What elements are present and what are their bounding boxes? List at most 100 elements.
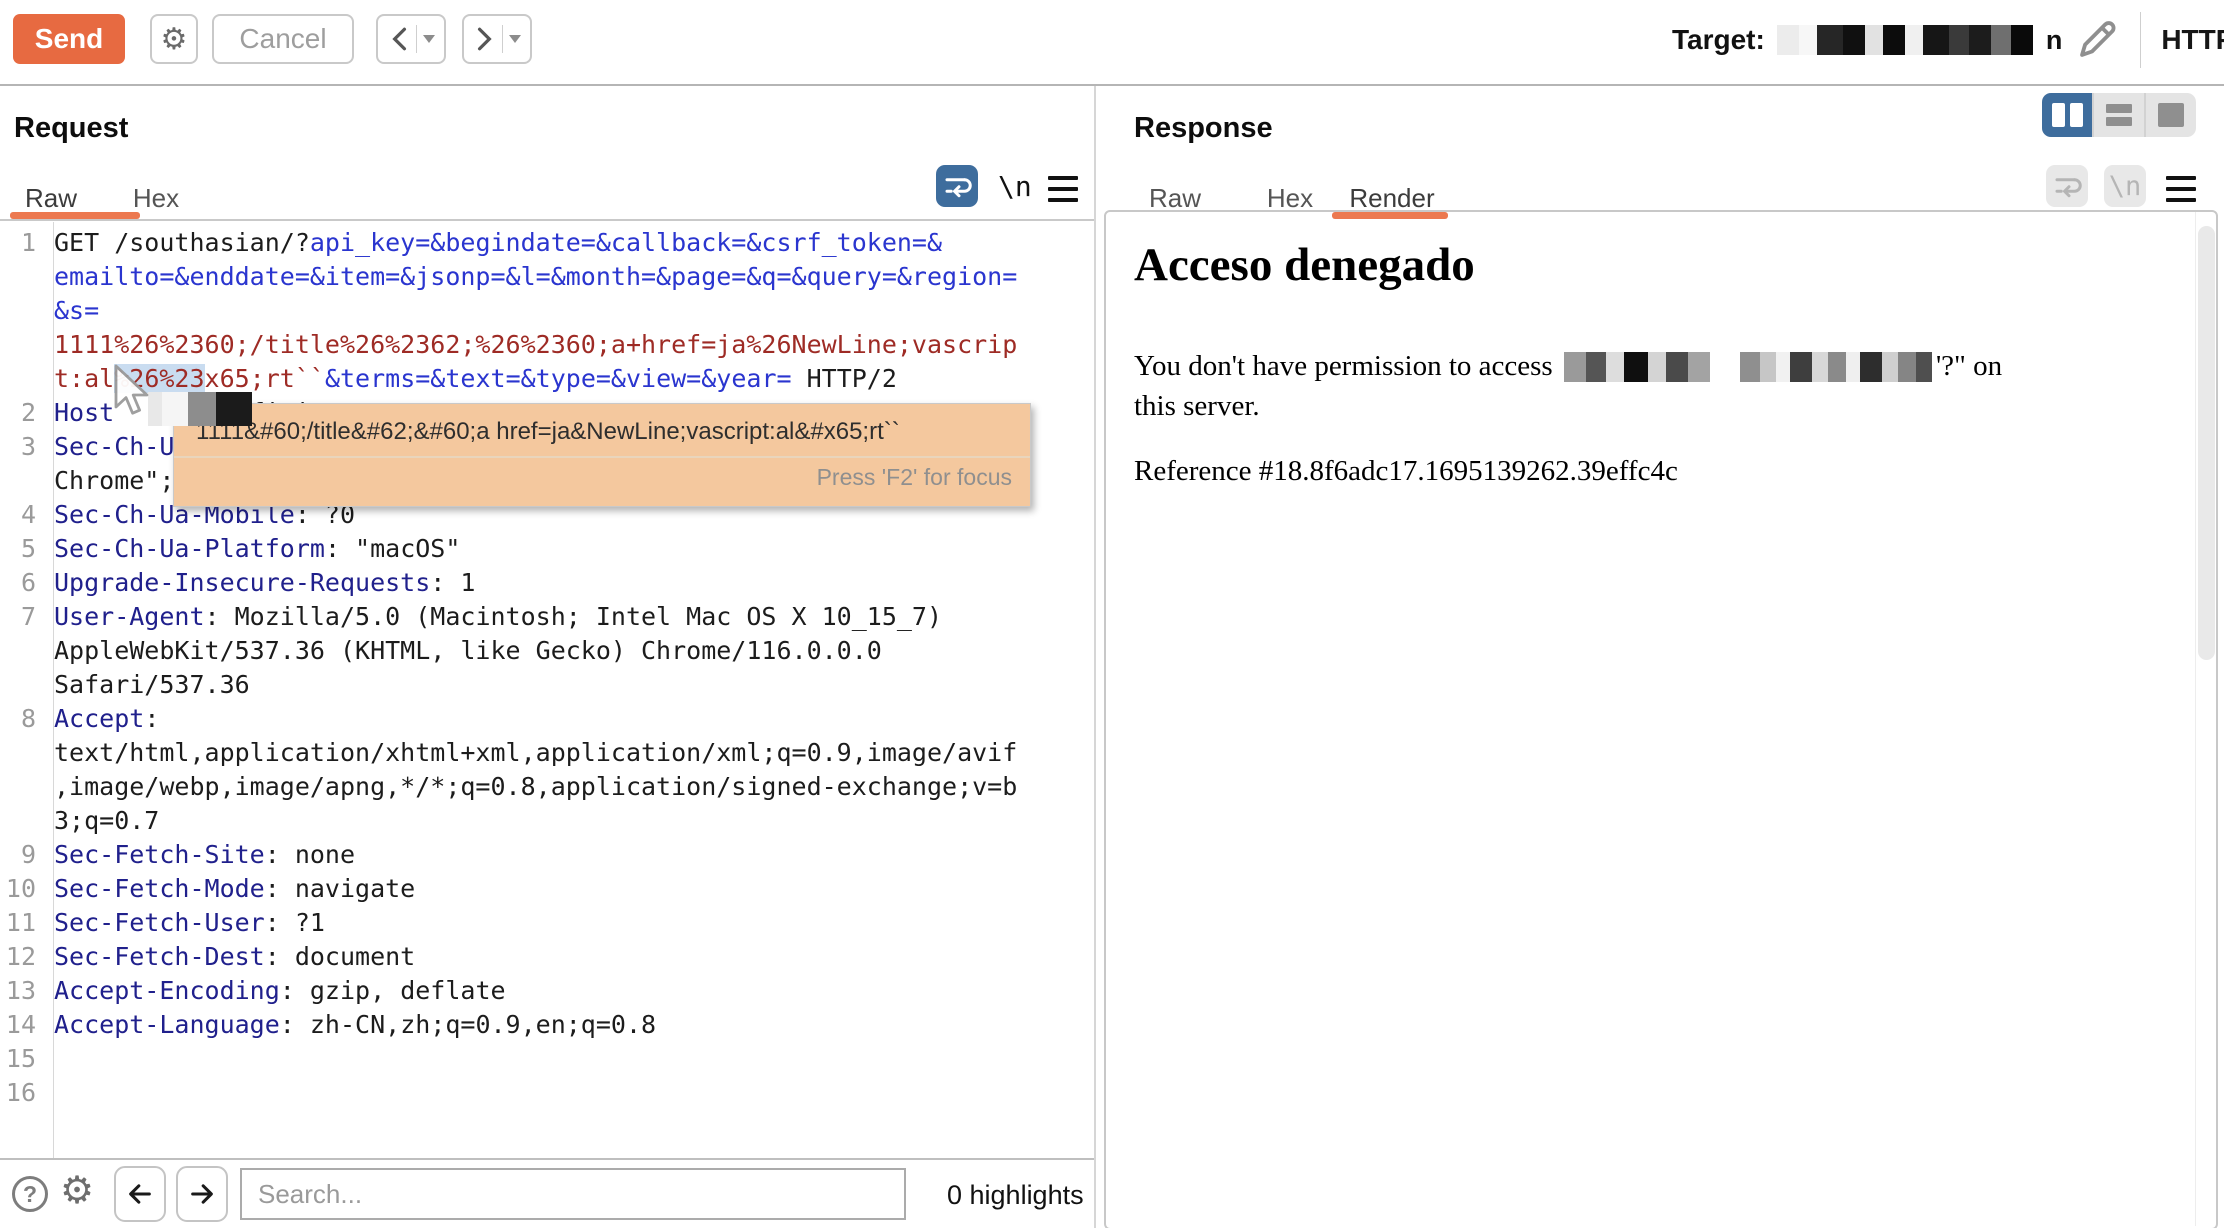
request-line[interactable]: 11Sec-Fetch-User: ?1 [0, 906, 1094, 940]
request-panel-title: Request [14, 112, 128, 145]
request-footer-separator [0, 1158, 1094, 1160]
request-line[interactable]: 5Sec-Ch-Ua-Platform: "macOS" [0, 532, 1094, 566]
line-number: 16 [0, 1076, 45, 1110]
target-label: Target: [1672, 24, 1765, 56]
mouse-cursor-icon [112, 364, 156, 424]
request-line[interactable]: 7User-Agent: Mozilla/5.0 (Macintosh; Int… [0, 600, 1094, 702]
request-line[interactable]: 9Sec-Fetch-Site: none [0, 838, 1094, 872]
render-reference: Reference #18.8f6adc17.1695139262.39effc… [1134, 455, 1678, 488]
request-selected-tab-underline [10, 212, 140, 219]
send-settings-button[interactable]: ⚙ [150, 14, 198, 64]
chevron-right-icon [474, 26, 496, 52]
request-editor[interactable]: 1GET /southasian/?api_key=&begindate=&ca… [0, 226, 1094, 1110]
request-line[interactable]: 10Sec-Fetch-Mode: navigate [0, 872, 1094, 906]
search-next-button[interactable] [176, 1166, 228, 1222]
response-word-wrap-toggle-disabled [2046, 165, 2088, 207]
line-number: 3 [0, 430, 45, 464]
tooltip-decoded-value: 1111&#60;/title&#62;&#60;a href=ja&NewLi… [174, 404, 1030, 458]
render-heading: Acceso denegado [1134, 238, 1475, 292]
line-number: 1 [0, 226, 45, 260]
layout-single-button[interactable] [2146, 93, 2196, 137]
layout-rows-button[interactable] [2094, 93, 2146, 137]
request-line[interactable]: 6Upgrade-Insecure-Requests: 1 [0, 566, 1094, 600]
inspector-tooltip: 1111&#60;/title&#62;&#60;a href=ja&NewLi… [173, 403, 1031, 507]
layout-columns-button[interactable] [2042, 93, 2094, 137]
redacted-host-value [148, 392, 252, 426]
search-input[interactable] [240, 1168, 906, 1220]
response-panel-title: Response [1134, 112, 1273, 145]
single-pane-icon [2158, 103, 2184, 127]
line-number: 14 [0, 1008, 45, 1042]
request-line[interactable]: 13Accept-Encoding: gzip, deflate [0, 974, 1094, 1008]
request-tabs-separator [0, 219, 1094, 221]
line-number: 15 [0, 1042, 45, 1076]
word-wrap-toggle[interactable] [936, 165, 978, 207]
redacted-target-host [1777, 25, 2033, 55]
word-wrap-icon [2052, 171, 2082, 201]
render-body-text-tail: '?" on [1936, 350, 2002, 383]
scrollbar-thumb[interactable] [2198, 226, 2215, 660]
history-back-button[interactable] [376, 14, 446, 64]
toolbar-separator [0, 84, 2224, 86]
toolbar: Send ⚙ Cancel Target: n [0, 0, 2224, 84]
http-protocol-label: HTTP/2 [2161, 24, 2224, 56]
search-previous-button[interactable] [114, 1166, 166, 1222]
word-wrap-icon [942, 171, 972, 201]
history-forward-dropdown-icon[interactable] [509, 35, 521, 43]
render-body-line2: this server. [1134, 390, 1260, 423]
hamburger-icon [1048, 176, 1078, 202]
gear-icon: ⚙ [161, 22, 188, 57]
divider [2140, 12, 2141, 68]
render-body-text: You don't have permission to access [1134, 350, 1560, 383]
history-back-dropdown-icon[interactable] [423, 35, 435, 43]
request-line[interactable]: 15 [0, 1042, 1094, 1076]
redacted-url-part-2 [1740, 352, 1932, 382]
tooltip-focus-hint: Press 'F2' for focus [174, 458, 1030, 491]
line-number: 2 [0, 396, 45, 430]
highlights-count: 0 highlights [947, 1180, 1084, 1211]
edit-target-pencil-icon[interactable] [2074, 17, 2120, 63]
search-settings-button[interactable]: ⚙ [60, 1168, 94, 1213]
question-icon: ? [23, 1181, 37, 1208]
divider [502, 25, 503, 53]
request-line[interactable]: 16 [0, 1076, 1094, 1110]
cancel-button[interactable]: Cancel [212, 14, 354, 64]
send-button[interactable]: Send [13, 14, 125, 64]
line-number: 11 [0, 906, 45, 940]
hamburger-icon [2166, 176, 2196, 202]
response-menu-button[interactable] [2166, 176, 2196, 209]
arrow-left-icon [125, 1180, 155, 1208]
request-line[interactable]: 12Sec-Fetch-Dest: document [0, 940, 1094, 974]
target-bar: Target: n HTTP/2 [1672, 14, 2224, 66]
line-number: 12 [0, 940, 45, 974]
chevron-left-icon [388, 26, 410, 52]
line-number: 10 [0, 872, 45, 906]
line-number: 4 [0, 498, 45, 532]
response-selected-tab-underline [1332, 212, 1448, 219]
line-number: 6 [0, 566, 45, 600]
scrollbar-track [2195, 212, 2196, 1226]
line-number: 9 [0, 838, 45, 872]
arrow-right-icon [187, 1180, 217, 1208]
rows-layout-icon [2106, 104, 2132, 126]
gear-icon: ⚙ [60, 1170, 94, 1212]
show-newlines-toggle[interactable]: \n [998, 170, 1032, 203]
line-number: 7 [0, 600, 45, 634]
layout-switcher [2042, 93, 2196, 137]
divider [416, 25, 417, 53]
target-host-suffix: n [2046, 25, 2063, 56]
line-number: 8 [0, 702, 45, 736]
request-menu-button[interactable] [1048, 176, 1078, 209]
response-show-newlines-toggle-disabled: \n [2104, 165, 2146, 207]
request-line[interactable]: 8Accept:text/html,application/xhtml+xml,… [0, 702, 1094, 838]
request-line[interactable]: 1GET /southasian/?api_key=&begindate=&ca… [0, 226, 1094, 396]
panel-splitter[interactable] [1094, 86, 1096, 1228]
columns-layout-icon [2052, 103, 2083, 127]
line-number: 13 [0, 974, 45, 1008]
request-line[interactable]: 14Accept-Language: zh-CN,zh;q=0.9,en;q=0… [0, 1008, 1094, 1042]
repeater-window: Send ⚙ Cancel Target: n [0, 0, 2224, 1228]
help-button[interactable]: ? [12, 1176, 48, 1212]
redacted-url-part-1 [1564, 352, 1710, 382]
history-forward-button[interactable] [462, 14, 532, 64]
render-body-line1: You don't have permission to access '?" … [1134, 350, 2002, 383]
